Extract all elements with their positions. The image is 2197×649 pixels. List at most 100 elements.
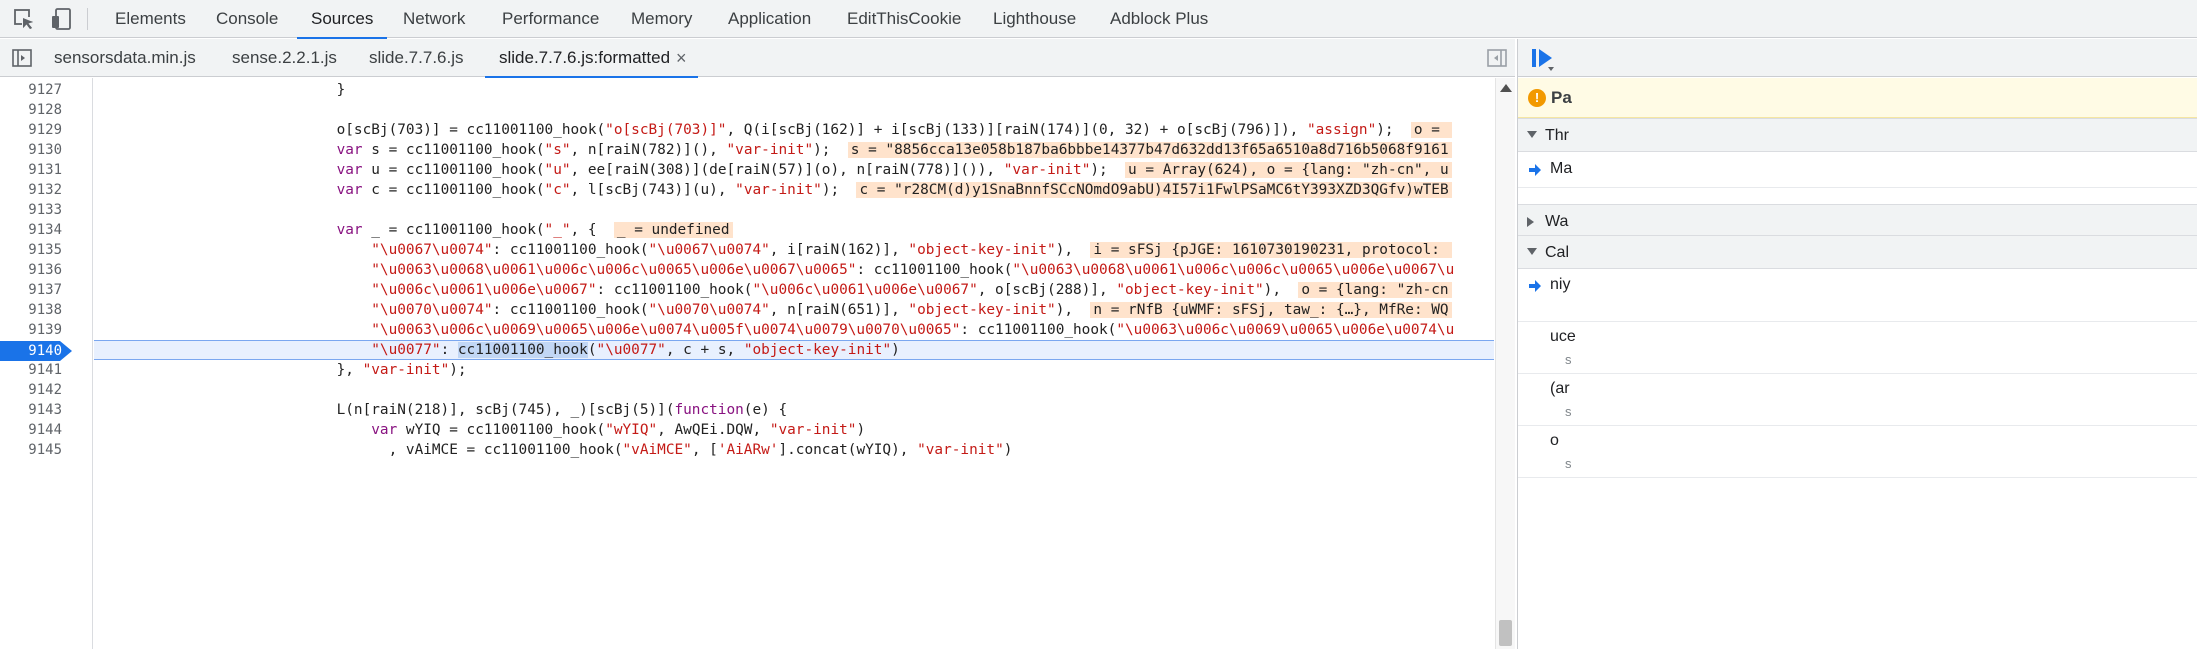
file-tab-slide-formatted[interactable]: slide.7.7.6.js:formatted [484, 39, 699, 78]
call-frame[interactable]: (ar s [1518, 374, 2197, 426]
code-line-9134: var _ = cc11001100_hook("_", { _ = undef… [94, 220, 1494, 240]
line-number[interactable]: 9128 [0, 100, 62, 120]
code-keyword: var [94, 222, 363, 238]
code-line-9135: "\u0067\u0074": cc11001100_hook("\u0067\… [94, 240, 1494, 260]
code-text: ) [856, 422, 866, 438]
code-line-9144: var wYIQ = cc11001100_hook("wYIQ", AwQEi… [94, 420, 1494, 440]
code-string: "c" [544, 182, 571, 198]
code-line-9139: "\u0063\u006c\u0069\u0065\u006e\u0074\u0… [94, 320, 1494, 340]
code-line-9145: , vAiMCE = cc11001100_hook("vAiMCE", ['A… [94, 440, 1494, 460]
tab-editthiscookie[interactable]: EditThisCookie [847, 0, 961, 38]
inline-value[interactable]: n = rNfB {uWMF: sFSj, taw_: {…}, MfRe: W… [1090, 302, 1452, 318]
line-number[interactable]: 9144 [0, 420, 62, 440]
code-line-9137: "\u006c\u0061\u006e\u0067": cc11001100_h… [94, 280, 1494, 300]
call-frame-location: s [1565, 404, 1572, 419]
tab-sources[interactable]: Sources [296, 0, 388, 39]
code-text: o[scBj(703)] = cc11001100_hook( [94, 122, 606, 138]
code-string: "\u0067\u0074" [94, 242, 493, 258]
code-text: : cc11001100_hook( [492, 242, 649, 258]
code-text: } [94, 82, 346, 98]
line-number[interactable]: 9137 [0, 280, 62, 300]
tab-application[interactable]: Application [728, 0, 811, 38]
line-number[interactable]: 9143 [0, 400, 62, 420]
code-text: , i[raiN(162)], [769, 242, 909, 258]
tab-elements[interactable]: Elements [115, 0, 186, 38]
code-string: "u" [544, 162, 571, 178]
scrollbar-thumb[interactable] [1499, 620, 1512, 646]
line-number[interactable]: 9133 [0, 200, 62, 220]
line-number[interactable]: 9138 [0, 300, 62, 320]
call-frame[interactable]: uce s [1518, 322, 2197, 374]
code-text: : cc11001100_hook( [492, 302, 649, 318]
file-tab-slide[interactable]: slide.7.7.6.js [369, 39, 464, 77]
code-editor[interactable]: 9127 9128 9129 9130 9131 9132 9133 9134 … [0, 78, 1515, 649]
inline-value[interactable]: u = Array(624), o = {lang: "zh-cn", u [1125, 162, 1452, 178]
tab-memory[interactable]: Memory [631, 0, 692, 38]
code-string: "\u0077" [94, 342, 441, 358]
device-toolbar-icon[interactable] [48, 5, 76, 33]
code-text: , AwQEi.DQW, [657, 422, 770, 438]
toggle-navigator-icon[interactable] [8, 44, 36, 72]
call-frame-name: (ar [1550, 380, 1570, 397]
tab-performance[interactable]: Performance [502, 0, 599, 38]
code-text: ); [821, 182, 857, 198]
thread-main[interactable]: Ma [1518, 152, 2197, 188]
inspect-element-icon[interactable] [10, 5, 38, 33]
debugger-toolbar [1518, 39, 2197, 77]
close-tab-icon[interactable]: × [676, 39, 687, 77]
line-number[interactable]: 9136 [0, 260, 62, 280]
code-text: ); [1090, 162, 1126, 178]
current-thread-arrow-icon [1529, 164, 1541, 176]
code-text: , o[scBj(288)], [977, 282, 1117, 298]
section-threads[interactable]: Thr [1518, 118, 2197, 152]
code-text: , vAiMCE = cc11001100_hook( [94, 442, 623, 458]
line-number[interactable]: 9145 [0, 440, 62, 460]
line-number[interactable]: 9130 [0, 140, 62, 160]
file-tab-sense[interactable]: sense.2.2.1.js [232, 39, 337, 77]
toggle-debugger-icon[interactable] [1483, 44, 1511, 72]
inline-value[interactable]: s = "8856cca13e058b187ba6bbbe14377b47d63… [847, 142, 1452, 158]
inline-value[interactable]: c = "r28CM(d)y1SnaBnnfSCcNOmdO9abU)4I57i… [856, 182, 1452, 198]
code-string: "\u006c\u0061\u006e\u0067" [94, 282, 597, 298]
inline-value[interactable]: i = sFSj {pJGE: 1610730190231, protocol: [1090, 242, 1452, 258]
code-string: "s" [544, 142, 571, 158]
code-keyword: var [94, 422, 398, 438]
line-number[interactable]: 9139 [0, 320, 62, 340]
code-text: , l[scBj(743)](u), [570, 182, 736, 198]
call-frame-current[interactable]: niy [1518, 270, 2197, 322]
line-number[interactable]: 9141 [0, 360, 62, 380]
code-string: "\u0063\u0068\u0061\u006c\u006c\u0065\u0… [1012, 262, 1455, 278]
section-watch-label: Wa [1545, 213, 1569, 230]
tab-console[interactable]: Console [216, 0, 278, 38]
line-number-gutter[interactable]: 9127 9128 9129 9130 9131 9132 9133 9134 … [0, 78, 93, 649]
selected-text[interactable]: cc11001100_hook [457, 342, 588, 358]
line-number[interactable]: 9127 [0, 80, 62, 100]
line-number[interactable]: 9131 [0, 160, 62, 180]
inline-value[interactable]: _ = undefined [613, 222, 733, 238]
code-text: L(n[raiN(218)], scBj(745), _)[scBj(5)]( [94, 402, 675, 418]
tab-network[interactable]: Network [403, 0, 465, 38]
line-number[interactable]: 9134 [0, 220, 62, 240]
section-threads-label: Thr [1545, 127, 1569, 144]
tab-lighthouse[interactable]: Lighthouse [993, 0, 1076, 38]
scroll-up-arrow-icon[interactable] [1500, 84, 1512, 92]
code-string: "\u0070\u0074" [648, 302, 770, 318]
call-frame-location: s [1565, 456, 1572, 471]
current-line-number: 9140 [28, 343, 62, 359]
line-number[interactable]: 9142 [0, 380, 62, 400]
inline-value[interactable]: o = [1410, 122, 1452, 138]
resume-execution-icon[interactable] [1528, 44, 1556, 72]
section-watch[interactable]: Wa [1518, 204, 2197, 238]
section-call-stack[interactable]: Cal [1518, 235, 2197, 269]
line-number[interactable]: 9132 [0, 180, 62, 200]
code-string: "var-init" [735, 182, 822, 198]
tab-adblock-plus[interactable]: Adblock Plus [1110, 0, 1208, 38]
editor-scrollbar[interactable] [1495, 78, 1515, 649]
file-tab-sensorsdata[interactable]: sensorsdata.min.js [54, 39, 196, 77]
inline-value[interactable]: o = {lang: "zh-cn [1298, 282, 1452, 298]
collapse-triangle-icon [1527, 217, 1534, 227]
breakpoint-marker[interactable]: 9140 [0, 341, 72, 361]
line-number[interactable]: 9129 [0, 120, 62, 140]
line-number[interactable]: 9135 [0, 240, 62, 260]
call-frame[interactable]: o s [1518, 426, 2197, 478]
